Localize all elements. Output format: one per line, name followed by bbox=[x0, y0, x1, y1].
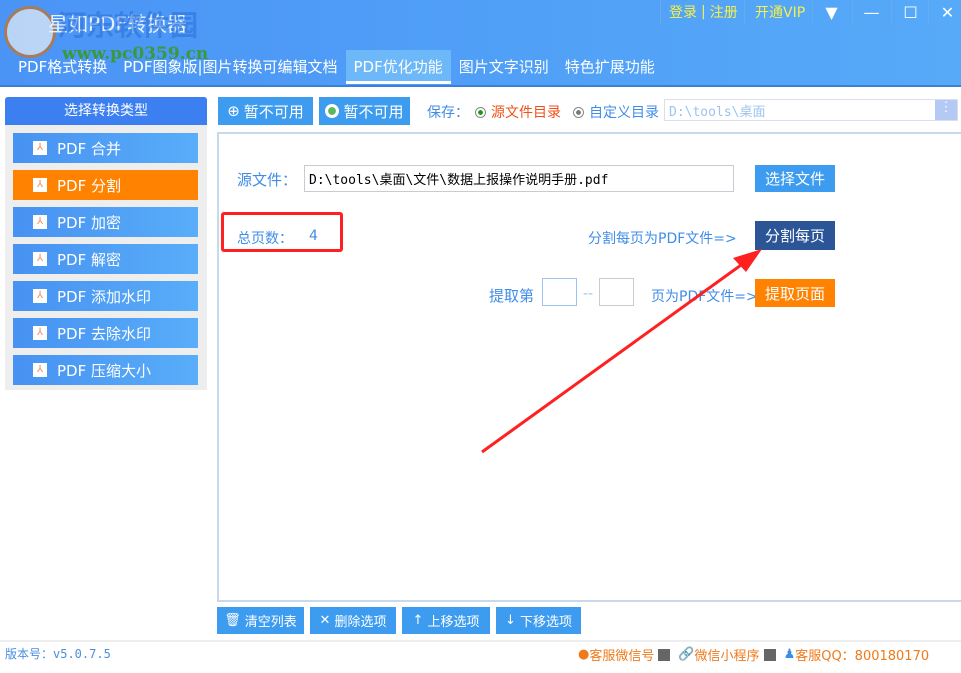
arrow-up-icon: ↑ bbox=[412, 613, 424, 628]
annotation-arrow bbox=[481, 249, 762, 454]
delete-option-button[interactable]: ✕ 删除选项 bbox=[310, 607, 396, 634]
delete-option-label: 删除选项 bbox=[334, 615, 387, 630]
wechat-icon: ● bbox=[578, 647, 590, 662]
qr-code-icon[interactable] bbox=[658, 648, 671, 661]
move-down-label: 下移选项 bbox=[519, 615, 572, 630]
move-up-button[interactable]: ↑ 上移选项 bbox=[402, 607, 490, 634]
qq-icon: ♟ bbox=[783, 647, 796, 662]
trash-icon: 🗑 bbox=[224, 613, 241, 628]
link-icon: 🔗 bbox=[678, 647, 695, 662]
clear-list-label: 清空列表 bbox=[244, 615, 297, 630]
status-links: ● 客服微信号 🔗 微信小程序 ♟ 客服QQ：800180170 bbox=[578, 645, 929, 664]
wechat-link[interactable]: 客服微信号 bbox=[589, 645, 654, 664]
move-up-label: 上移选项 bbox=[427, 615, 480, 630]
qq-link[interactable]: 客服QQ：800180170 bbox=[795, 645, 929, 664]
arrow-down-icon: ↓ bbox=[505, 613, 516, 628]
divider bbox=[0, 640, 961, 642]
clear-list-button[interactable]: 🗑 清空列表 bbox=[217, 607, 304, 634]
move-down-button[interactable]: ↓ 下移选项 bbox=[496, 607, 581, 634]
qr-code-icon[interactable] bbox=[763, 648, 776, 661]
version-text: 版本号：v5.0.7.5 bbox=[5, 647, 111, 661]
x-icon: ✕ bbox=[319, 613, 331, 628]
miniapp-link[interactable]: 微信小程序 bbox=[695, 645, 760, 664]
